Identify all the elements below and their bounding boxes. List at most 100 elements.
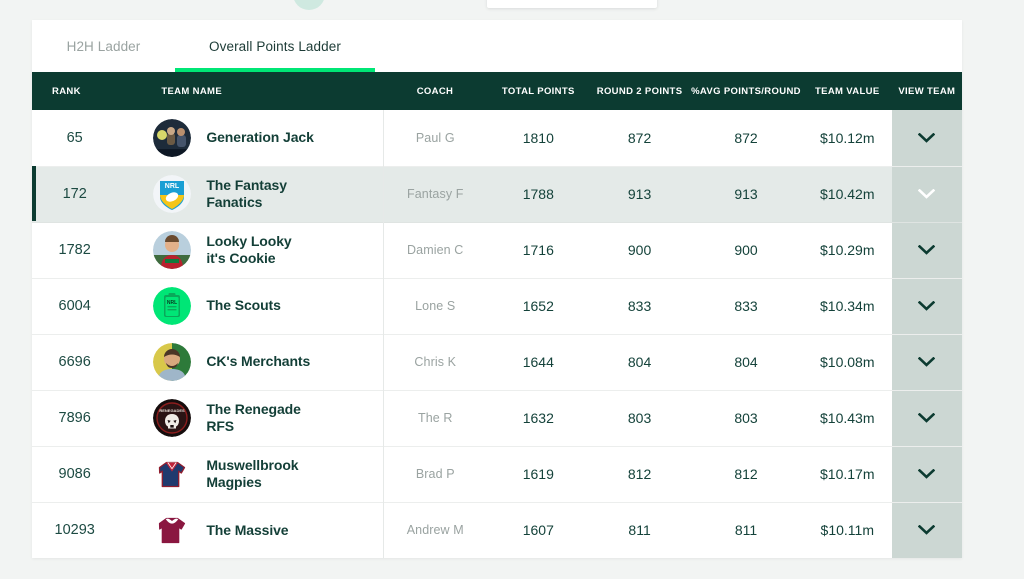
table-row[interactable]: 65 Generation Jack Paul G 1810 872 872 $… <box>32 110 962 166</box>
cell-total-points: 1619 <box>487 446 590 502</box>
view-team-button[interactable] <box>891 166 962 222</box>
nrl-clipboard-avatar: NRL <box>153 287 192 325</box>
cell-team-name[interactable]: RENEGADES The Renegade RFS <box>135 390 384 446</box>
cell-rank: 65 <box>32 110 135 166</box>
cell-coach: Paul G <box>383 110 486 166</box>
column-header-rank[interactable]: RANK <box>32 72 135 110</box>
cell-team-name[interactable]: The Massive <box>135 502 384 558</box>
chevron-down-icon[interactable] <box>918 245 936 255</box>
avg-points-value: 913 <box>734 186 758 202</box>
view-team-button[interactable] <box>891 390 962 446</box>
cell-team-value: $10.17m <box>803 446 892 502</box>
team-value-value: $10.43m <box>820 410 875 426</box>
view-team-button[interactable] <box>891 334 962 390</box>
round-points-value: 804 <box>627 354 652 370</box>
row-accent-bar <box>32 166 36 221</box>
column-header-total-points[interactable]: TOTAL POINTS <box>487 72 590 110</box>
chevron-down-icon[interactable] <box>918 301 936 311</box>
svg-text:NRL: NRL <box>165 183 180 190</box>
cell-avg-points: 833 <box>689 278 803 334</box>
view-team-button[interactable] <box>891 446 962 502</box>
team-value-value: $10.08m <box>820 354 875 370</box>
cell-round-points: 803 <box>590 390 689 446</box>
table-row[interactable]: 9086 Muswellbrook Magpies Brad P 1619 812… <box>32 446 962 502</box>
cell-rank: 9086 <box>32 446 135 502</box>
tab-overall-points-ladder[interactable]: Overall Points Ladder <box>175 20 375 72</box>
table-row[interactable]: 6004 NRL The Scouts Lone S 1652 833 833 … <box>32 278 962 334</box>
total-points-value: 1644 <box>522 354 554 370</box>
cell-team-name[interactable]: NRL The Scouts <box>135 278 384 334</box>
chevron-down-icon[interactable] <box>918 413 936 423</box>
jersey-navy-icon <box>153 455 191 493</box>
team-name-line2: it's Cookie <box>206 250 276 266</box>
table-row[interactable]: 172 NRL The Fantasy Fanatics Fantasy F 17… <box>32 166 962 222</box>
cell-team-name[interactable]: Looky Looky it's Cookie <box>135 222 384 278</box>
cell-round-points: 833 <box>590 278 689 334</box>
rank-value: 9086 <box>58 466 91 482</box>
team-value-value: $10.29m <box>820 242 875 258</box>
chevron-down-icon[interactable] <box>918 132 936 143</box>
cell-coach: Brad P <box>383 446 486 502</box>
cell-avg-points: 804 <box>689 334 803 390</box>
team-name-line1: The Scouts <box>206 297 281 314</box>
view-team-button[interactable] <box>891 222 962 278</box>
table-row[interactable]: 7896 RENEGADES The Renegade RFS The R 163… <box>32 390 962 446</box>
team-value-value: $10.11m <box>820 522 874 539</box>
cell-round-points: 812 <box>590 446 689 502</box>
search-field-partial[interactable] <box>487 0 657 8</box>
chevron-down-icon[interactable] <box>918 189 936 199</box>
ladder-tabs: H2H Ladder Overall Points Ladder <box>32 20 962 72</box>
cell-team-name[interactable]: CK's Merchants <box>135 334 384 390</box>
green-circle-avatar <box>293 0 325 10</box>
column-header-team-name[interactable]: TEAM NAME <box>135 72 383 110</box>
cell-coach: Lone S <box>383 278 486 334</box>
avg-points-value: 803 <box>734 410 758 426</box>
rank-value: 65 <box>66 129 83 146</box>
chevron-down-icon[interactable] <box>918 469 936 479</box>
cell-avg-points: 872 <box>689 110 803 166</box>
table-row[interactable]: 1782 Looky Looky it's Cookie Damien C 171… <box>32 222 962 278</box>
cell-rank: 6696 <box>32 334 135 390</box>
team-name: Generation Jack <box>206 129 314 146</box>
view-team-button[interactable] <box>891 110 962 166</box>
coach-value: Lone S <box>415 299 456 313</box>
column-header-coach[interactable]: COACH <box>383 72 486 110</box>
cell-rank: 6004 <box>32 278 135 334</box>
column-header-team-value[interactable]: TEAM VALUE <box>803 72 892 110</box>
table-row[interactable]: 10293 The Massive Andrew M 1607 811 811 … <box>32 502 962 558</box>
photo-crowd-avatar <box>153 118 192 157</box>
cell-team-name[interactable]: Muswellbrook Magpies <box>135 446 384 502</box>
total-points-value: 1716 <box>522 242 554 258</box>
cell-avg-points: 803 <box>689 390 803 446</box>
cell-team-name[interactable]: Generation Jack <box>135 110 384 166</box>
cell-total-points: 1644 <box>487 334 590 390</box>
cell-team-value: $10.34m <box>803 278 892 334</box>
view-team-button[interactable] <box>891 502 962 558</box>
tab-h2h-ladder[interactable]: H2H Ladder <box>32 20 175 72</box>
team-name: CK's Merchants <box>206 353 310 370</box>
cell-coach: Andrew M <box>383 502 486 558</box>
table-row[interactable]: 6696 CK's Merchants Chris K 1644 804 804… <box>32 334 962 390</box>
svg-text:NRL: NRL <box>167 300 177 306</box>
team-name: The Fantasy Fanatics <box>206 177 287 211</box>
header-row: RANK TEAM NAME COACH TOTAL POINTS ROUND … <box>32 72 962 110</box>
cell-total-points: 1810 <box>487 110 590 166</box>
view-team-button[interactable] <box>891 278 962 334</box>
round-points-value: 913 <box>627 186 652 202</box>
cell-coach: The R <box>383 390 486 446</box>
cell-round-points: 913 <box>590 166 689 222</box>
cell-rank: 7896 <box>32 390 135 446</box>
cell-coach: Damien C <box>383 222 486 278</box>
chevron-down-icon[interactable] <box>918 525 936 536</box>
cell-team-name[interactable]: NRL The Fantasy Fanatics <box>135 166 384 222</box>
avg-points-value: 900 <box>734 242 758 258</box>
chevron-down-icon[interactable] <box>918 357 936 367</box>
rank-value: 10293 <box>54 522 95 539</box>
column-header-avg-points[interactable]: %AVG POINTS/ROUND <box>689 72 803 110</box>
svg-text:RENEGADES: RENEGADES <box>160 408 186 413</box>
total-points-value: 1810 <box>522 129 554 146</box>
column-header-round-points[interactable]: ROUND 2 POINTS <box>590 72 689 110</box>
cell-team-value: $10.08m <box>803 334 892 390</box>
ladder-table: RANK TEAM NAME COACH TOTAL POINTS ROUND … <box>32 72 962 558</box>
round-points-value: 812 <box>627 466 652 482</box>
